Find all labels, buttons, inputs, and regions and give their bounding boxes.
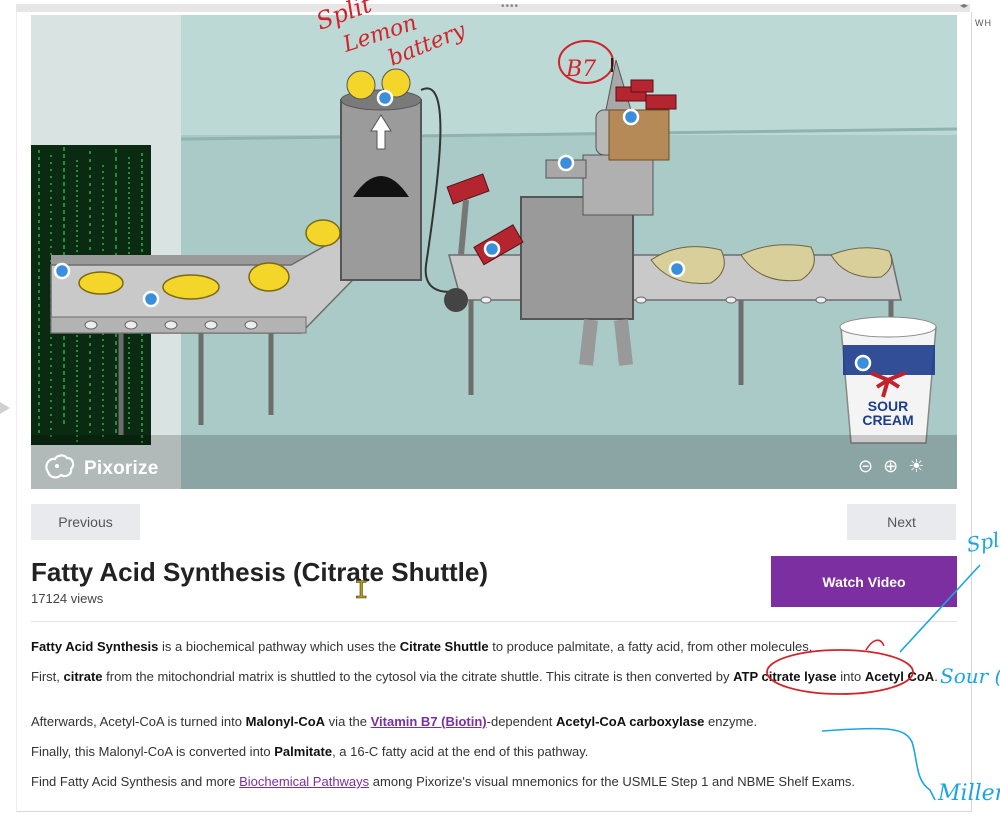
hotspot-ship[interactable] [668,260,686,278]
zoom-in-icon[interactable]: ⊕ [883,456,898,477]
pixorize-logo-icon [42,452,76,485]
watch-video-button[interactable]: Watch Video [771,556,957,607]
page-title: Fatty Acid Synthesis (Citrate Shuttle) [31,557,488,587]
previous-button[interactable]: Previous [31,504,140,540]
vitamin-b7-link[interactable]: Vitamin B7 (Biotin) [371,714,487,729]
viewer-controls: ⊝ ⊕ ☀ [858,456,924,477]
reset-zoom-icon[interactable]: ⊝ [858,456,873,477]
biochemical-pathways-link[interactable]: Biochemical Pathways [239,774,369,789]
right-panel-label: WH [975,18,992,28]
article-paragraph-3: Afterwards, Acetyl-CoA is turned into Ma… [31,714,758,729]
article-paragraph-2: First, citrate from the mitochondrial ma… [31,669,938,684]
hotspot-b7-box[interactable] [622,108,640,126]
divider [31,621,957,622]
side-panel-toggle-icon[interactable] [0,402,10,414]
window-top-bar: •••• ◂▸ [16,1,970,12]
article-paragraph-1: Fatty Acid Synthesis is a biochemical pa… [31,639,813,654]
hotspot-lemon-1[interactable] [53,262,71,280]
sign-text-line2: CREAM [862,412,913,428]
brand-name: Pixorize [84,457,159,479]
next-button[interactable]: Next [847,504,956,540]
hotspot-sour-cream[interactable] [854,354,872,372]
view-count: 17124 views [31,591,104,606]
resize-arrows-icon[interactable]: ◂▸ [960,1,968,10]
hotspot-lemon-2[interactable] [142,290,160,308]
mnemonic-illustration[interactable]: SOUR CREAM [31,15,957,489]
hotspot-tin-man[interactable] [557,154,575,172]
brightness-icon[interactable]: ☀ [908,456,924,477]
illustration-scene: SOUR CREAM [31,15,957,489]
article-paragraph-5: Find Fatty Acid Synthesis and more Bioch… [31,774,856,789]
hotspot-hammer[interactable] [483,240,501,258]
pixorize-logo: Pixorize [42,452,158,485]
drag-handle-icon[interactable]: •••• [501,1,519,12]
hotspot-battery[interactable] [376,89,394,107]
article-paragraph-4: Finally, this Malonyl-CoA is converted i… [31,744,589,759]
